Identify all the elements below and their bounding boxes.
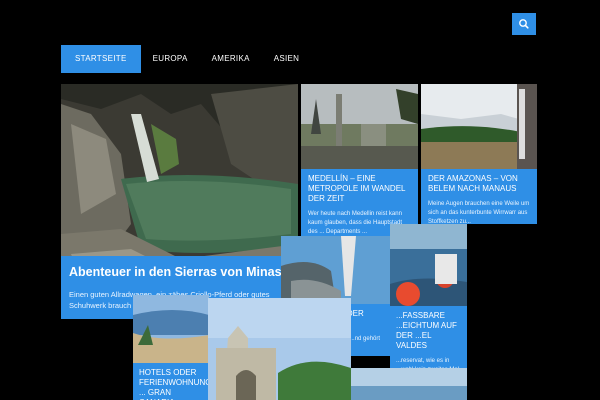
post-card-canaria[interactable]: HOTELS ODER FERIENWOHNUNG ... GRAN CANAR… — [133, 295, 209, 400]
post-title-valdes[interactable]: ...FASSBARE ...EICHTUM AUF DER ...EL VAL… — [396, 311, 461, 351]
post-card-medellin[interactable]: MEDELLÍN – EINE METROPOLE IM WANDEL DER … — [301, 84, 418, 236]
post-card-sea[interactable] — [351, 368, 467, 400]
post-caption-canaria: HOTELS ODER FERIENWOHNUNG ... GRAN CANAR… — [133, 363, 209, 400]
post-excerpt-valdes: ...reservat, wie es in ...wohl kein zwei… — [396, 358, 459, 368]
post-caption-valdes: ...FASSBARE ...EICHTUM AUF DER ...EL VAL… — [390, 306, 467, 368]
post-card-amazonas[interactable]: DER AMAZONAS – VON BELEM NACH MANAUS Mei… — [421, 84, 537, 224]
post-title-medellin[interactable]: MEDELLÍN – EINE METROPOLE IM WANDEL DER … — [308, 174, 411, 204]
post-card-minas[interactable]: Abenteuer in den Sierras von Minas Einen… — [61, 84, 298, 319]
sea-photo — [351, 368, 467, 400]
search-button[interactable] — [512, 13, 536, 35]
nav-item-amerika[interactable]: AMERIKA — [200, 45, 262, 73]
nav-item-startseite[interactable]: STARTSEITE — [61, 45, 141, 73]
post-title-minas[interactable]: Abenteuer in den Sierras von Minas — [69, 264, 290, 280]
post-card-valdes[interactable]: ...FASSBARE ...EICHTUM AUF DER ...EL VAL… — [390, 224, 467, 368]
post-excerpt-amazonas: Meine Augen brauchen eine Weile um sich … — [428, 201, 530, 224]
main-navigation: STARTSEITE EUROPA AMERIKA ASIEN — [61, 45, 311, 73]
search-icon — [519, 19, 529, 29]
post-caption-amazonas: DER AMAZONAS – VON BELEM NACH MANAUS Mei… — [421, 169, 537, 224]
post-card-arch[interactable] — [208, 298, 351, 400]
post-title-canaria[interactable]: HOTELS ODER FERIENWOHNUNG ... GRAN CANAR… — [139, 368, 209, 400]
post-title-amazonas[interactable]: DER AMAZONAS – VON BELEM NACH MANAUS — [428, 174, 530, 194]
nav-item-asien[interactable]: ASIEN — [262, 45, 312, 73]
nav-item-europa[interactable]: EUROPA — [141, 45, 200, 73]
arch-photo — [208, 298, 351, 400]
